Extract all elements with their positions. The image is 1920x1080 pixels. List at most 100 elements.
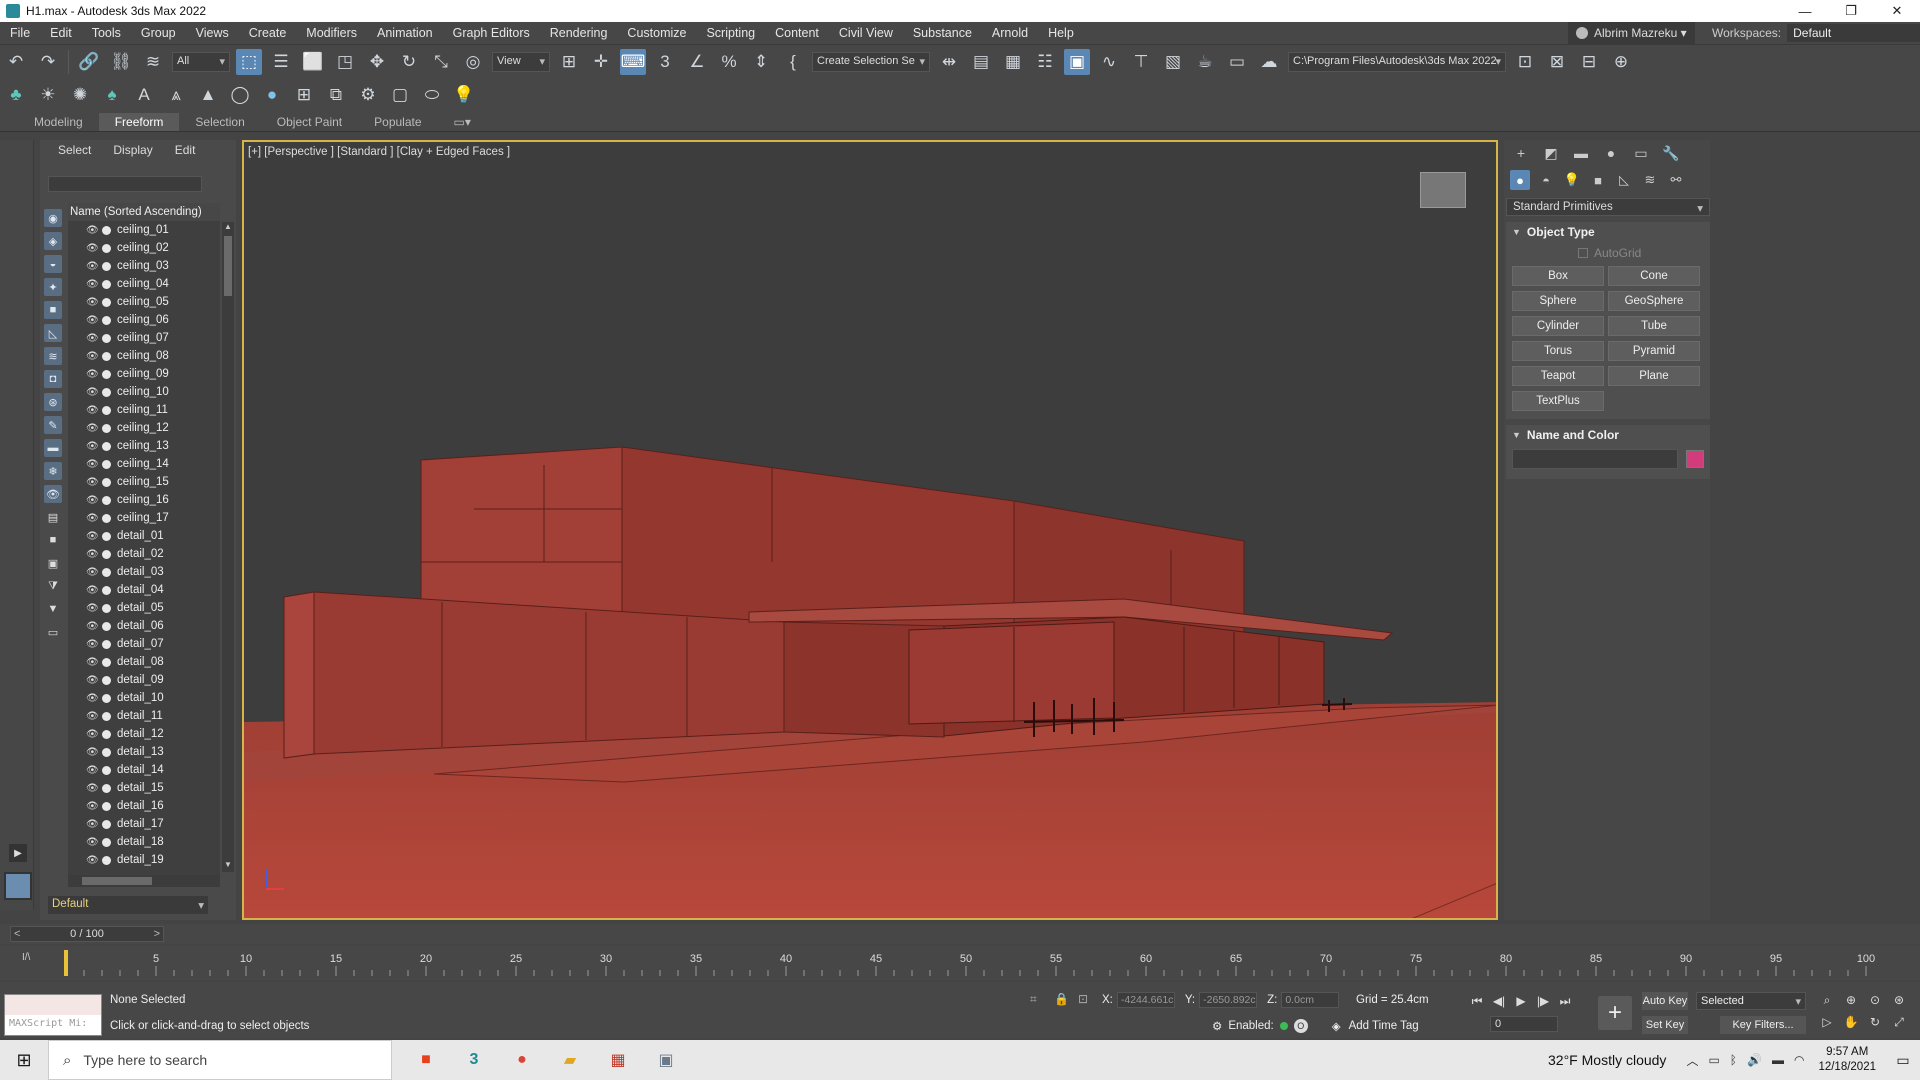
freeze-toggle-icon[interactable] — [102, 855, 111, 865]
list-item[interactable]: 👁 detail_09 — [68, 671, 220, 689]
selection-filter-dropdown[interactable]: All — [172, 51, 230, 72]
freeze-toggle-icon[interactable] — [102, 585, 111, 595]
isolate-icon[interactable]: ⌗ — [1030, 992, 1046, 1008]
render-production-icon[interactable]: ☁ — [1256, 49, 1282, 75]
menu-civil-view[interactable]: Civil View — [829, 26, 903, 40]
freeze-toggle-icon[interactable] — [102, 333, 111, 343]
select-by-name-icon[interactable]: ☰ — [268, 49, 294, 75]
geometry-filter-icon[interactable]: ◈ — [44, 232, 62, 250]
visibility-eye-icon[interactable]: 👁 — [86, 567, 100, 578]
visibility-eye-icon[interactable]: 👁 — [86, 369, 100, 380]
wifi-icon[interactable]: ◠ — [1794, 1053, 1804, 1067]
menu-views[interactable]: Views — [186, 26, 239, 40]
visibility-eye-icon[interactable]: 👁 — [86, 243, 100, 254]
visibility-eye-icon[interactable]: 👁 — [86, 693, 100, 704]
ribbon-options-icon[interactable]: ▭▾ — [438, 113, 487, 131]
menu-group[interactable]: Group — [131, 26, 186, 40]
freeze-toggle-icon[interactable] — [102, 639, 111, 649]
visibility-eye-icon[interactable]: 👁 — [86, 837, 100, 848]
sphere-icon[interactable]: ● — [259, 82, 285, 108]
freeze-toggle-icon[interactable] — [102, 837, 111, 847]
sun-light-icon[interactable]: ☀ — [35, 82, 61, 108]
text-icon[interactable]: A — [131, 82, 157, 108]
render-setup-icon[interactable]: ☕ — [1192, 49, 1218, 75]
spinner-snap-icon[interactable]: ⇕ — [748, 49, 774, 75]
freeze-toggle-icon[interactable] — [102, 405, 111, 415]
list-item[interactable]: 👁 ceiling_04 — [68, 275, 220, 293]
orbit-icon[interactable]: ↻ — [1864, 1014, 1886, 1030]
visibility-eye-icon[interactable]: 👁 — [86, 765, 100, 776]
taskbar-search-box[interactable]: ⌕ Type here to search — [48, 1040, 392, 1080]
visibility-eye-icon[interactable]: 👁 — [86, 423, 100, 434]
visibility-eye-icon[interactable]: 👁 — [86, 441, 100, 452]
visibility-eye-icon[interactable]: 👁 — [86, 675, 100, 686]
shapes-filter-icon[interactable]: ◒ — [44, 255, 62, 273]
project-options-icon[interactable]: ⊕ — [1608, 49, 1634, 75]
modify-tab-icon[interactable]: ◩ — [1540, 143, 1562, 163]
visibility-eye-icon[interactable]: 👁 — [86, 513, 100, 524]
list-item[interactable]: 👁 ceiling_06 — [68, 311, 220, 329]
object-name-input[interactable] — [1512, 449, 1678, 469]
list-item[interactable]: 👁 detail_13 — [68, 743, 220, 761]
list-item[interactable]: 👁 ceiling_01 — [68, 221, 220, 239]
project-path-dropdown[interactable]: C:\Program Files\Autodesk\3ds Max 2022 — [1288, 51, 1506, 72]
list-item[interactable]: 👁 detail_06 — [68, 617, 220, 635]
teapot-button[interactable]: Teapot — [1512, 366, 1604, 386]
list-item[interactable]: 👁 detail_08 — [68, 653, 220, 671]
list-item[interactable]: 👁 detail_04 — [68, 581, 220, 599]
menu-arnold[interactable]: Arnold — [982, 26, 1038, 40]
groups-filter-icon[interactable]: ◘ — [44, 370, 62, 388]
torus-button[interactable]: Torus — [1512, 341, 1604, 361]
show-hidden-icons-icon[interactable]: ︿ — [1686, 1052, 1698, 1069]
frame-icon[interactable]: ⧉ — [323, 82, 349, 108]
tab-object-paint[interactable]: Object Paint — [261, 113, 358, 131]
workspaces-dropdown[interactable]: Default — [1787, 24, 1920, 42]
time-slider-handle[interactable]: < 0 / 100 > — [10, 926, 164, 942]
freeze-toggle-icon[interactable] — [102, 315, 111, 325]
battery-icon[interactable]: ▬ — [1772, 1053, 1784, 1067]
particle-icon[interactable]: ✺ — [67, 82, 93, 108]
freeze-toggle-icon[interactable] — [102, 369, 111, 379]
menu-edit[interactable]: Edit — [40, 26, 82, 40]
explorer-edit-menu[interactable]: Edit — [175, 143, 196, 157]
current-frame-field[interactable]: 0 — [1490, 1016, 1558, 1032]
freeze-toggle-icon[interactable] — [102, 243, 111, 253]
list-item[interactable]: 👁 detail_18 — [68, 833, 220, 851]
lights-filter-icon[interactable]: ✦ — [44, 278, 62, 296]
menu-help[interactable]: Help — [1038, 26, 1084, 40]
undo-icon[interactable]: ↶ — [3, 49, 29, 75]
list-item[interactable]: 👁 detail_01 — [68, 527, 220, 545]
viewcube[interactable] — [1420, 172, 1466, 208]
play-icon[interactable]: ▶ — [1510, 992, 1532, 1010]
visibility-eye-icon[interactable]: 👁 — [86, 495, 100, 506]
place-icon[interactable]: ◎ — [460, 49, 486, 75]
explorer-vertical-scrollbar[interactable]: ▲ ▼ — [222, 222, 234, 872]
config-icon[interactable]: ▣ — [44, 554, 62, 572]
hierarchy-tab-icon[interactable]: ▬ — [1570, 143, 1592, 163]
list-item[interactable]: 👁 ceiling_14 — [68, 455, 220, 473]
freeze-toggle-icon[interactable] — [102, 819, 111, 829]
list-item[interactable]: 👁 detail_16 — [68, 797, 220, 815]
list-item[interactable]: 👁 detail_03 — [68, 563, 220, 581]
scene-explorer-toggle-icon[interactable]: ▦ — [1000, 49, 1026, 75]
list-item[interactable]: 👁 ceiling_08 — [68, 347, 220, 365]
box-button[interactable]: Box — [1512, 266, 1604, 286]
notifications-icon[interactable]: ▭ — [1886, 1052, 1920, 1069]
geometry-icon[interactable]: ● — [1510, 170, 1530, 190]
layer-explorer-icon[interactable]: ☷ — [1032, 49, 1058, 75]
freeze-toggle-icon[interactable] — [102, 729, 111, 739]
geosphere-button[interactable]: GeoSphere — [1608, 291, 1700, 311]
freeze-toggle-icon[interactable] — [102, 621, 111, 631]
x-coordinate-field[interactable]: -4244.661c — [1116, 992, 1175, 1008]
visibility-eye-icon[interactable]: 👁 — [86, 801, 100, 812]
foliage-icon[interactable]: ♠ — [99, 82, 125, 108]
list-item[interactable]: 👁 detail_17 — [68, 815, 220, 833]
list-item[interactable]: 👁 ceiling_05 — [68, 293, 220, 311]
minimize-button[interactable]: — — [1782, 0, 1828, 22]
zoom-extents-all-icon[interactable]: ⊛ — [1888, 992, 1910, 1008]
freeze-toggle-icon[interactable] — [102, 477, 111, 487]
sphere-button[interactable]: Sphere — [1512, 291, 1604, 311]
maxscript-input[interactable]: MAXScript Mi: — [5, 1015, 101, 1035]
edit-named-selection-icon[interactable]: { — [780, 49, 806, 75]
tree-icon[interactable]: ♣ — [3, 82, 29, 108]
